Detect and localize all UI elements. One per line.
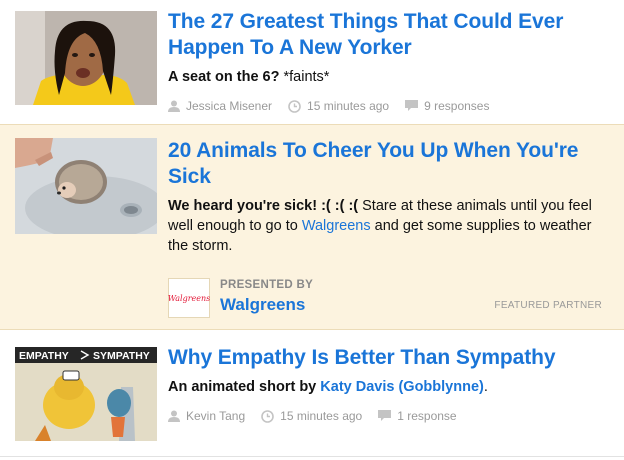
author-name[interactable]: Kevin Tang: [186, 409, 245, 423]
thumb-caption-empathy: EMPATHY: [19, 350, 69, 362]
article-item: The 27 Greatest Things That Could Ever H…: [0, 0, 624, 118]
dek-bold: A seat on the 6?: [168, 69, 280, 85]
article-headline[interactable]: The 27 Greatest Things That Could Ever H…: [168, 9, 612, 61]
article-thumbnail[interactable]: [15, 138, 157, 234]
article-dek: A seat on the 6? *faints*: [168, 67, 612, 87]
dek-text: *faints*: [283, 69, 330, 85]
author-meta[interactable]: Jessica Misener: [168, 99, 272, 113]
dek-bold: An animated short by: [168, 379, 317, 395]
clock-icon: [261, 409, 274, 423]
sponsor-block: Walgreens PRESENTED BY Walgreens: [168, 278, 612, 320]
dek-bold: We heard you're sick! :( :( :(: [168, 198, 359, 214]
clock-icon: [288, 99, 301, 113]
thumb-caption-sympathy: SYMPATHY: [93, 350, 150, 362]
author-meta[interactable]: Kevin Tang: [168, 409, 245, 423]
article-dek: We heard you're sick! :( :( :( Stare at …: [168, 196, 612, 256]
time-meta: 15 minutes ago: [288, 99, 389, 113]
time-ago: 15 minutes ago: [280, 409, 363, 423]
comment-icon: [405, 100, 419, 111]
dek-period: .: [483, 379, 488, 395]
article-headline[interactable]: Why Empathy Is Better Than Sympathy: [168, 345, 612, 371]
person-icon: [168, 410, 180, 422]
sponsor-logo[interactable]: Walgreens: [168, 278, 210, 318]
comment-icon: [378, 410, 392, 421]
article-meta: Kevin Tang 15 minutes ago 1 response: [168, 409, 612, 423]
article-thumbnail[interactable]: EMPATHY SYMPATHY: [15, 347, 157, 441]
responses-count[interactable]: 9 responses: [424, 99, 489, 113]
featured-partner-label: FEATURED PARTNER: [494, 300, 602, 311]
article-item: EMPATHY SYMPATHY Why Empathy Is Better T…: [0, 338, 624, 454]
bottom-divider: [0, 456, 624, 457]
responses-meta[interactable]: 1 response: [378, 409, 457, 423]
article-meta: Jessica Misener 15 minutes ago 9 respons…: [168, 99, 612, 113]
article-dek: An animated short by Katy Davis (Gobblyn…: [168, 377, 612, 397]
time-ago: 15 minutes ago: [307, 99, 390, 113]
author-credit-link[interactable]: Katy Davis (Gobblynne): [320, 379, 484, 395]
presented-by-label: PRESENTED BY: [220, 279, 314, 291]
responses-meta[interactable]: 9 responses: [405, 99, 489, 113]
walgreens-logo-text: Walgreens: [167, 293, 211, 303]
article-thumbnail[interactable]: [15, 11, 157, 105]
article-headline[interactable]: 20 Animals To Cheer You Up When You're S…: [168, 138, 612, 190]
person-icon: [168, 100, 180, 112]
time-meta: 15 minutes ago: [261, 409, 362, 423]
sponsor-name-link[interactable]: Walgreens: [220, 295, 313, 315]
author-name[interactable]: Jessica Misener: [186, 99, 272, 113]
responses-count[interactable]: 1 response: [397, 409, 456, 423]
walgreens-link[interactable]: Walgreens: [302, 218, 371, 234]
featured-article-item: 20 Animals To Cheer You Up When You're S…: [0, 124, 624, 330]
